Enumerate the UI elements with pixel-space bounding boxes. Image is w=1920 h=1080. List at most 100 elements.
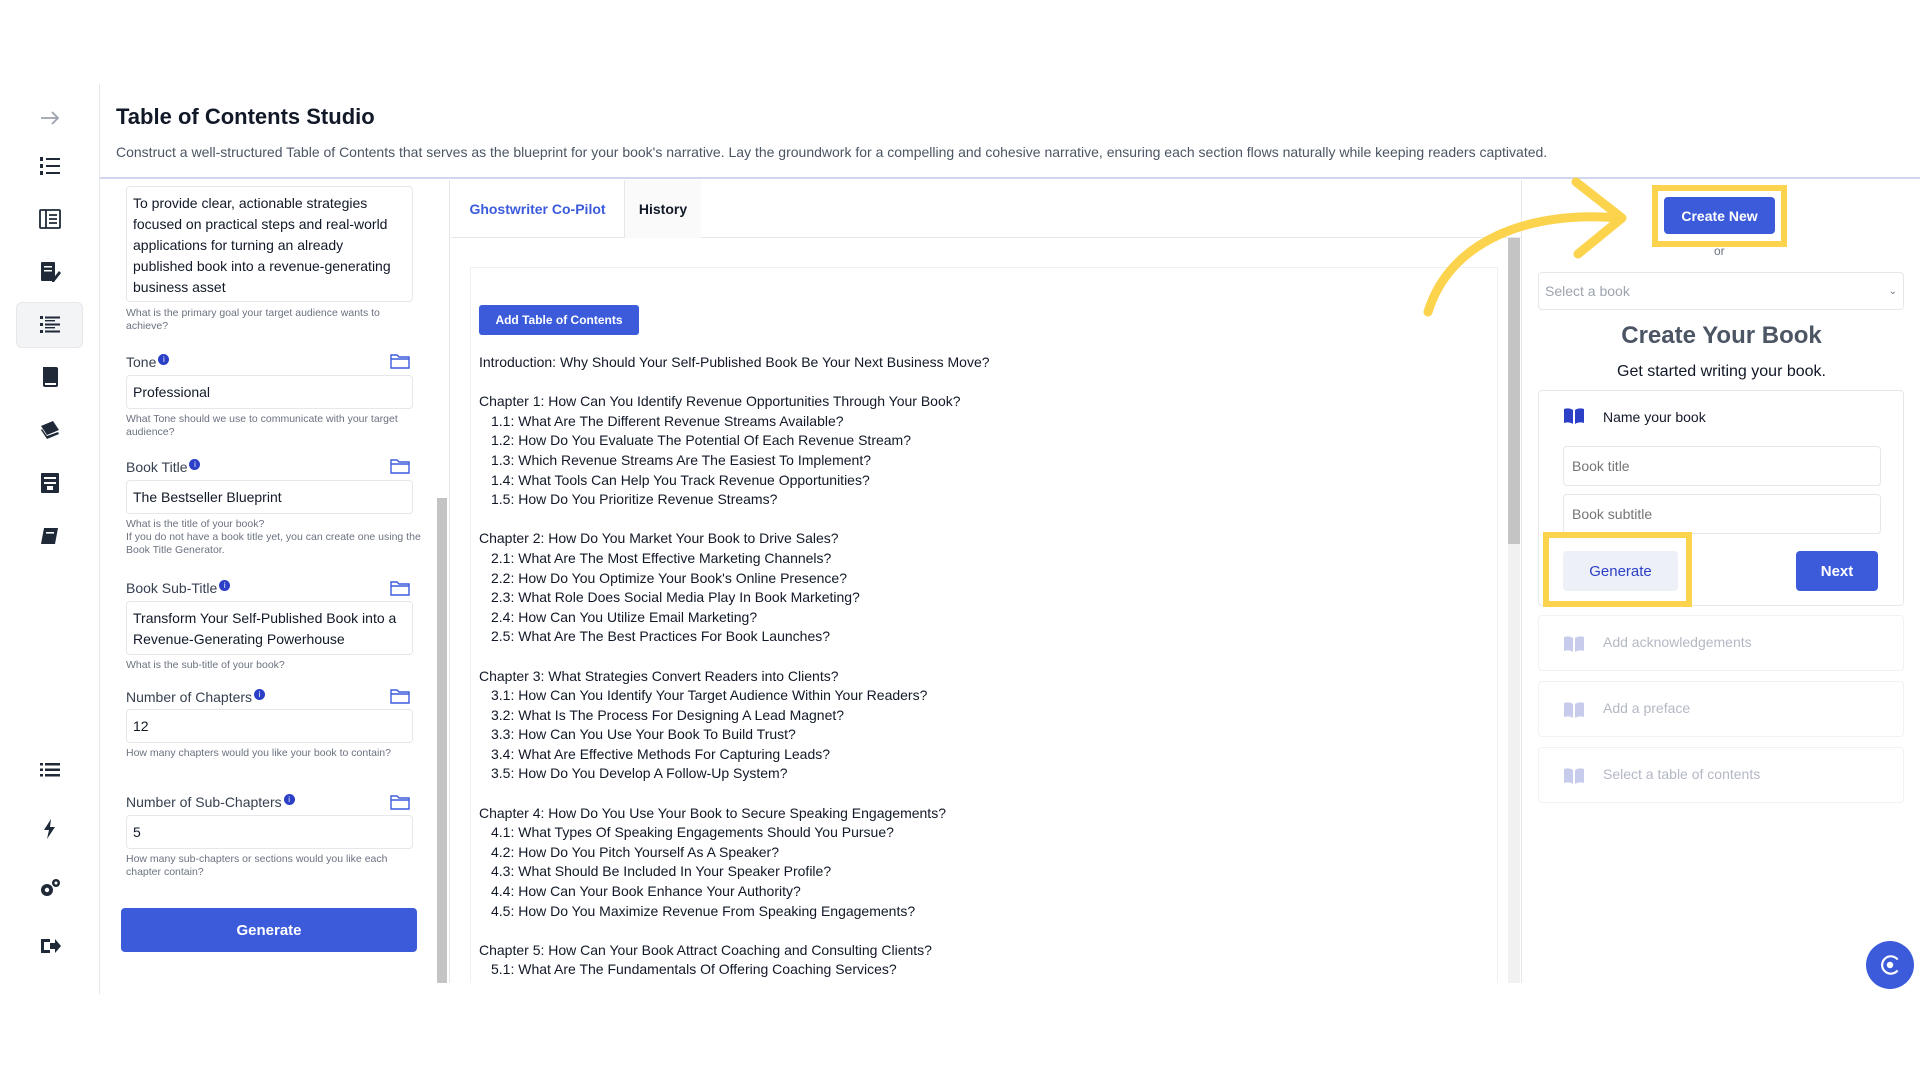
open-book-icon [1564, 408, 1584, 424]
step-table-of-contents[interactable]: Select a table of contents [1538, 747, 1904, 803]
num-subchapters-value: 5 [133, 824, 141, 840]
toc-chapter: Chapter 1: How Can You Identify Revenue … [479, 393, 961, 410]
books-stack-icon[interactable] [34, 414, 66, 446]
tab-history[interactable]: History [625, 180, 701, 238]
goal-value: To provide clear, actionable strategies … [133, 195, 391, 295]
folder-icon[interactable] [390, 688, 410, 704]
book-title-field[interactable]: The Bestseller Blueprint [126, 480, 413, 514]
library-icon[interactable] [34, 467, 66, 499]
toc-subchapter: 4.5: How Do You Maximize Revenue From Sp… [491, 902, 916, 919]
book-details-form: To provide clear, actionable strategies … [100, 180, 450, 983]
chevron-down-icon: ⌄ [1888, 285, 1897, 297]
step-label: Add a preface [1603, 700, 1691, 716]
toc-subchapter: 2.4: How Can You Utilize Email Marketing… [491, 608, 758, 625]
toc-subchapter: 5.2: How Do You Present Your Book As A R… [479, 980, 1479, 983]
sidebar-rail [0, 84, 100, 994]
lightning-icon[interactable] [34, 813, 66, 845]
add-table-of-contents-button[interactable]: Add Table of Contents [479, 305, 639, 335]
toc-subchapter: 1.5: How Do You Prioritize Revenue Strea… [491, 491, 778, 508]
goal-help: What is the primary goal your target aud… [126, 307, 380, 332]
help-chat-bubble-icon[interactable] [1866, 941, 1914, 989]
edit-document-icon[interactable] [34, 256, 66, 288]
toc-scrollbar[interactable] [1508, 238, 1520, 983]
open-book-icon [1564, 636, 1584, 652]
toc-content: Add Table of Contents Introduction: Why … [470, 267, 1498, 983]
open-book-icon [1564, 702, 1584, 718]
page-description: Construct a well-structured Table of Con… [116, 144, 1548, 160]
tone-help: What Tone should we use to communicate w… [126, 413, 398, 438]
num-chapters-label: Number of Chapters i [126, 689, 266, 705]
list-icon[interactable] [34, 754, 66, 786]
num-subchapters-field[interactable]: 5 [126, 815, 413, 849]
table-of-contents-icon[interactable] [16, 302, 83, 348]
notebook-icon[interactable] [34, 520, 66, 552]
form-scrollbar[interactable] [437, 498, 447, 983]
book-icon[interactable] [34, 361, 66, 393]
toc-subchapter: 4.2: How Do You Pitch Yourself As A Spea… [491, 843, 779, 860]
tone-label: Tone i [126, 354, 170, 370]
info-icon[interactable]: i [283, 794, 295, 805]
num-chapters-value: 12 [133, 718, 149, 734]
settings-gears-icon[interactable] [34, 872, 66, 904]
annotation-arrow-icon [1423, 177, 1627, 317]
info-icon[interactable]: i [189, 459, 201, 470]
toc-spacer [479, 373, 1479, 393]
toc-subchapter: 3.5: How Do You Develop A Follow-Up Syst… [491, 765, 788, 782]
next-button[interactable]: Next [1796, 551, 1878, 591]
tone-field[interactable]: Professional [126, 375, 413, 409]
toc-subchapter: 4.3: What Should Be Included In Your Spe… [491, 863, 832, 880]
toc-subchapter: 3.4: What Are Effective Methods For Capt… [491, 745, 831, 762]
toc-subchapter: 4.1: What Types Of Speaking Engagements … [491, 824, 894, 841]
book-open-icon[interactable] [34, 203, 66, 235]
toc-panel: Ghostwriter Co-Pilot History Add Table o… [451, 180, 1521, 983]
logout-icon[interactable] [34, 930, 66, 962]
generate-toc-button[interactable]: Generate [121, 908, 417, 952]
step-label: Add acknowledgements [1603, 634, 1752, 650]
num-chapters-help: How many chapters would you like your bo… [126, 747, 391, 759]
toc-chapter: Chapter 3: What Strategies Convert Reade… [479, 667, 839, 684]
toc-spacer [479, 647, 1479, 667]
name-book-label: Name your book [1603, 409, 1706, 425]
info-icon[interactable]: i [219, 580, 231, 591]
goal-field[interactable]: To provide clear, actionable strategies … [126, 186, 413, 302]
numbered-list-icon[interactable] [34, 150, 66, 182]
book-subtitle-field[interactable]: Transform Your Self-Published Book into … [126, 601, 413, 655]
toc-chapter: Chapter 2: How Do You Market Your Book t… [479, 530, 839, 547]
folder-icon[interactable] [390, 794, 410, 810]
create-new-highlight [1652, 185, 1787, 247]
step-acknowledgements[interactable]: Add acknowledgements [1538, 615, 1904, 671]
folder-icon[interactable] [390, 353, 410, 369]
book-subtitle-label: Book Sub-Title i [126, 580, 231, 596]
toc-subchapter: 3.1: How Can You Identify Your Target Au… [491, 687, 928, 704]
info-icon[interactable]: i [254, 689, 266, 700]
num-subchapters-label: Number of Sub-Chapters i [126, 794, 295, 810]
book-subtitle-input[interactable] [1563, 494, 1881, 534]
generate-highlight [1543, 532, 1692, 607]
folder-icon[interactable] [390, 458, 410, 474]
toc-subchapter: 1.2: How Do You Evaluate The Potential O… [491, 432, 911, 449]
book-title-value: The Bestseller Blueprint [133, 489, 282, 505]
toc-subchapter: 2.3: What Role Does Social Media Play In… [491, 589, 860, 606]
tab-ghostwriter-copilot[interactable]: Ghostwriter Co-Pilot [451, 180, 625, 238]
arrow-right-icon[interactable] [34, 102, 66, 134]
num-chapters-field[interactable]: 12 [126, 709, 413, 743]
toc-subchapter: 4.4: How Can Your Book Enhance Your Auth… [491, 883, 801, 900]
step-preface[interactable]: Add a preface [1538, 681, 1904, 737]
open-book-icon [1564, 768, 1584, 784]
book-title-label: Book Title i [126, 459, 201, 475]
toc-subchapter: 3.3: How Can You Use Your Book To Build … [491, 726, 796, 743]
tab-bar: Ghostwriter Co-Pilot History [451, 180, 1521, 238]
toc-subchapter: 1.4: What Tools Can Help You Track Reven… [491, 471, 870, 488]
book-title-input[interactable] [1563, 446, 1881, 486]
book-subtitle-value: Transform Your Self-Published Book into … [133, 610, 397, 647]
folder-icon[interactable] [390, 580, 410, 596]
toc-subchapter: 2.2: How Do You Optimize Your Book's Onl… [491, 569, 847, 586]
toc-list: Introduction: Why Should Your Self-Publi… [479, 353, 1479, 983]
toc-spacer [479, 784, 1479, 804]
num-subchapters-help: How many sub-chapters or sections would … [126, 853, 388, 878]
book-title-help: What is the title of your book? If you d… [126, 518, 421, 556]
info-icon[interactable]: i [158, 354, 170, 365]
toc-subchapter: 1.1: What Are The Different Revenue Stre… [491, 412, 844, 429]
toc-subchapter: 2.5: What Are The Best Practices For Boo… [491, 628, 831, 645]
toc-spacer [479, 921, 1479, 941]
